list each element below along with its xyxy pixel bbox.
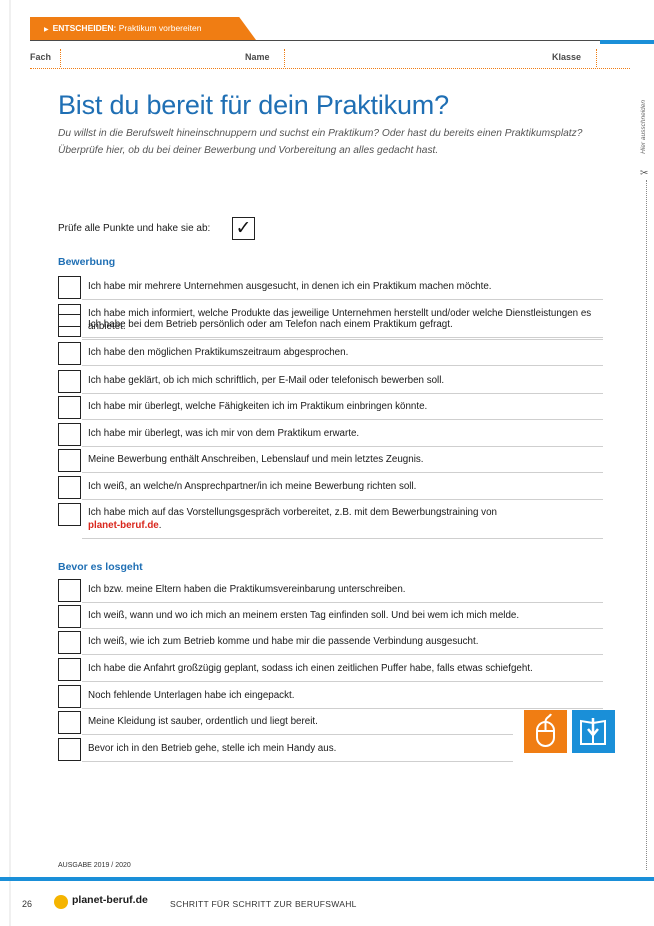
checklist-item: Noch fehlende Unterlagen habe ich eingep… [58,685,603,709]
field-divider [60,49,61,67]
checkbox[interactable] [58,605,81,628]
checkbox[interactable] [58,658,81,681]
checklist-item: Ich weiß, wie ich zum Betrieb komme und … [58,631,603,655]
checkbox[interactable] [58,370,81,393]
item-underline [82,708,603,709]
item-underline [82,761,513,762]
item-underline [82,538,603,539]
section-heading-bewerbung: Bewerbung [58,256,116,268]
checkbox[interactable] [58,631,81,654]
logo-text: planet-beruf.de [72,894,148,906]
item-underline [82,365,603,366]
checklist-item: Ich bzw. meine Eltern haben die Praktiku… [58,579,603,603]
form-fields-row: Fach Name Klasse [30,46,630,69]
checkbox[interactable] [58,449,81,472]
book-download-icon [572,710,615,753]
section-tab: ▶ ENTSCHEIDEN: Praktikum vorbereiten [30,17,234,40]
intro-text: Du willst in die Berufswelt hineinschnup… [58,128,583,156]
item-text: Ich habe den möglichen Praktikumszeitrau… [88,347,349,358]
checklist-item: Meine Bewerbung enthält Anschreiben, Leb… [58,449,603,473]
field-name-label: Name [245,52,270,62]
field-divider [284,49,285,67]
edition-label: AUSGABE 2019 / 2020 [58,862,131,869]
checkbox[interactable] [58,396,81,419]
checklist-item: Bevor ich in den Betrieb gehe, stelle ic… [58,738,513,762]
field-fach-label: Fach [30,52,52,62]
checkbox[interactable] [58,476,81,499]
cut-label: Hier ausschneiden [640,100,647,154]
item-underline [82,602,603,603]
item-underline [82,339,603,340]
item-text: Ich habe bei dem Betrieb persönlich oder… [88,319,453,330]
checklist-item: Ich habe mir überlegt, was ich mir von d… [58,423,603,447]
item-underline [82,446,603,447]
section-label: ENTSCHEIDEN: [52,23,117,33]
checklist-item: Ich habe mich auf das Vorstellungsgesprä… [58,503,603,539]
planet-beruf-link[interactable]: planet-beruf.de [88,520,159,531]
checklist-item: Ich habe bei dem Betrieb persönlich oder… [58,314,603,338]
item-underline [82,654,603,655]
item-text: Ich habe mir überlegt, was ich mir von d… [88,428,360,439]
checklist-item: Meine Kleidung ist sauber, ordentlich un… [58,711,513,735]
checkbox[interactable] [58,423,81,446]
checklist-item: Ich habe mir mehrere Unternehmen ausgesu… [58,276,603,300]
field-klasse-label: Klasse [552,52,582,62]
checkbox[interactable] [58,711,81,734]
item-text-end: . [158,519,162,531]
checkbox[interactable] [58,276,81,299]
item-underline [82,337,603,338]
item-underline [82,393,603,394]
item-text: Ich habe mich auf das Vorstellungsgesprä… [88,507,608,532]
header-accent-bar [600,40,654,44]
checklist-item: Ich habe die Anfahrt großzügig geplant, … [58,658,603,682]
item-text: Ich habe die Anfahrt großzügig geplant, … [88,663,533,674]
checklist-item: Ich weiß, an welche/n Ansprechpartner/in… [58,476,603,500]
topic-label: Praktikum vorbereiten [118,23,202,33]
checkbox[interactable] [58,503,81,526]
item-text: Noch fehlende Unterlagen habe ich eingep… [88,690,295,701]
checklist-item: Ich habe geklärt, ob ich mich schriftlic… [58,370,603,394]
checkbox[interactable] [58,314,81,337]
item-text-main: Ich habe mich auf das Vorstellungsgesprä… [88,507,497,518]
scissors-icon: ✂ [640,168,649,179]
footer-rule [0,877,654,881]
checkbox[interactable] [58,738,81,761]
item-text: Meine Bewerbung enthält Anschreiben, Leb… [88,454,424,465]
planet-icon [54,895,68,909]
footer-claim: SCHRITT FÜR SCHRITT ZUR BERUFSWAHL [170,899,357,909]
item-text: Ich weiß, wie ich zum Betrieb komme und … [88,636,479,647]
section-heading-bevor: Bevor es losgeht [58,561,143,573]
item-text: Ich habe geklärt, ob ich mich schriftlic… [88,375,445,386]
mouse-icon [524,710,567,753]
item-underline [82,681,603,682]
checkbox[interactable] [58,685,81,708]
item-underline [82,628,603,629]
item-text: Ich weiß, wann und wo ich mich an meinem… [88,610,520,621]
cut-line [646,180,647,870]
item-text: Ich habe mir überlegt, welche Fähigkeite… [88,401,428,412]
page-title: Bist du bereit für dein Praktikum? [58,90,449,120]
item-underline [82,499,603,500]
check-instruction: Prüfe alle Punkte und hake sie ab: [58,223,211,234]
planet-beruf-logo: planet-beruf.de [50,893,160,911]
checklist-item: Ich habe mir überlegt, welche Fähigkeite… [58,396,603,420]
item-underline [82,299,603,300]
item-text: Ich weiß, an welche/n Ansprechpartner/in… [88,481,417,492]
field-divider [596,49,597,67]
checklist-item: Ich weiß, wann und wo ich mich an meinem… [58,605,603,629]
item-underline [82,472,603,473]
item-text: Ich bzw. meine Eltern haben die Praktiku… [88,584,406,595]
checklist-item: Ich habe den möglichen Praktikumszeitrau… [58,342,603,366]
page-number: 26 [22,899,33,909]
checkmark-example: ✓ [232,217,255,240]
header-rule [30,40,630,41]
item-underline [82,734,513,735]
item-underline [82,419,603,420]
arrow-icon: ▶ [44,27,49,33]
checkbox[interactable] [58,342,81,365]
checkbox[interactable] [58,579,81,602]
item-text: Ich habe mir mehrere Unternehmen ausgesu… [88,281,492,292]
